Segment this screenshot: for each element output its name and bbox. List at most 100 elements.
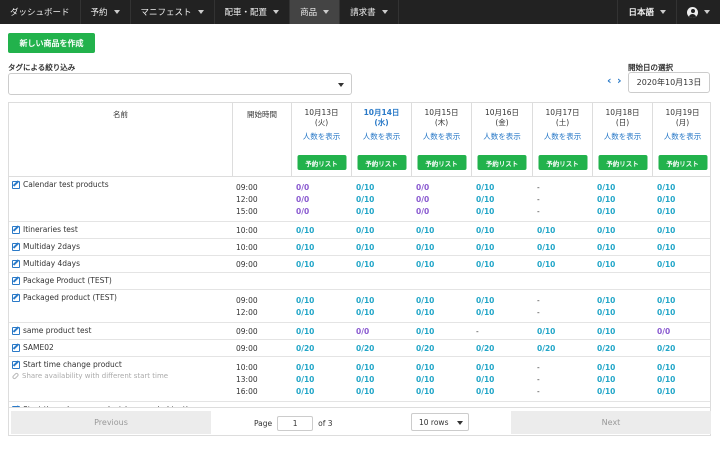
availability-cell[interactable]: 0/10 [476, 243, 494, 252]
show-count-link[interactable]: 人数を表示 [472, 132, 532, 142]
reserve-list-button[interactable]: 予約リスト [477, 155, 527, 170]
availability-cell[interactable]: 0/10 [597, 363, 615, 372]
availability-cell[interactable]: 0/10 [657, 183, 675, 192]
start-date-input[interactable]: 2020年10月13日 [628, 72, 710, 93]
edit-icon[interactable] [12, 326, 20, 335]
availability-cell[interactable]: 0/10 [476, 183, 494, 192]
rows-per-page-select[interactable]: 10 rows [411, 413, 469, 431]
availability-cell[interactable]: 0/10 [657, 226, 675, 235]
reserve-list-button[interactable]: 予約リスト [658, 155, 707, 170]
availability-cell[interactable]: 0/0 [657, 327, 670, 336]
availability-cell[interactable]: 0/20 [657, 344, 675, 353]
availability-cell[interactable]: 0/20 [416, 344, 434, 353]
availability-cell[interactable]: 0/10 [597, 296, 615, 305]
availability-cell[interactable]: 0/10 [356, 207, 374, 216]
availability-cell[interactable]: 0/20 [537, 344, 555, 353]
reserve-list-button[interactable]: 予約リスト [357, 155, 406, 170]
page-number-input[interactable]: 1 [277, 416, 314, 431]
availability-cell[interactable]: 0/10 [657, 375, 675, 384]
availability-cell[interactable]: 0/10 [356, 387, 374, 396]
availability-cell[interactable]: 0/10 [476, 226, 494, 235]
availability-cell[interactable]: 0/10 [537, 260, 555, 269]
availability-cell[interactable]: 0/0 [416, 195, 429, 204]
availability-cell[interactable]: 0/0 [296, 183, 309, 192]
availability-cell[interactable]: 0/10 [657, 195, 675, 204]
availability-cell[interactable]: 0/10 [296, 327, 314, 336]
reserve-list-button[interactable]: 予約リスト [417, 155, 466, 170]
previous-page-button[interactable]: Previous [11, 411, 211, 434]
nav-item-5[interactable]: 請求書 [340, 0, 399, 24]
availability-cell[interactable]: 0/10 [476, 296, 494, 305]
availability-cell[interactable]: 0/10 [476, 363, 494, 372]
show-count-link[interactable]: 人数を表示 [533, 132, 592, 142]
tag-filter-select[interactable] [8, 73, 352, 95]
nav-item-3[interactable]: 配車・配置 [215, 0, 291, 24]
availability-cell[interactable]: 0/10 [416, 226, 434, 235]
show-count-link[interactable]: 人数を表示 [412, 132, 471, 142]
product-name-link[interactable]: Multiday 4days [12, 259, 80, 268]
reserve-list-button[interactable]: 予約リスト [598, 155, 647, 170]
product-name-link[interactable]: Multiday 2days [12, 242, 80, 251]
availability-cell[interactable]: 0/10 [476, 308, 494, 317]
availability-cell[interactable]: 0/10 [597, 260, 615, 269]
availability-cell[interactable]: 0/10 [296, 226, 314, 235]
reserve-list-button[interactable]: 予約リスト [297, 155, 346, 170]
language-selector[interactable]: 日本語 [617, 0, 677, 24]
availability-cell[interactable]: 0/10 [356, 183, 374, 192]
prev-date-button[interactable]: ‹ [607, 75, 612, 86]
availability-cell[interactable]: 0/10 [537, 226, 555, 235]
availability-cell[interactable]: 0/10 [296, 260, 314, 269]
product-name-link[interactable]: Packaged product (TEST) [12, 293, 117, 302]
availability-cell[interactable]: 0/10 [416, 243, 434, 252]
product-name-link[interactable]: Start time change product [12, 360, 122, 369]
availability-cell[interactable]: 0/0 [296, 195, 309, 204]
edit-icon[interactable] [12, 242, 20, 251]
create-product-button[interactable]: 新しい商品を作成 [8, 33, 95, 53]
availability-cell[interactable]: 0/10 [597, 387, 615, 396]
user-menu[interactable] [677, 0, 720, 24]
availability-cell[interactable]: 0/10 [476, 260, 494, 269]
availability-cell[interactable]: 0/10 [476, 207, 494, 216]
availability-cell[interactable]: 0/10 [356, 243, 374, 252]
availability-cell[interactable]: 0/10 [416, 260, 434, 269]
availability-cell[interactable]: 0/10 [657, 243, 675, 252]
availability-cell[interactable]: 0/10 [476, 195, 494, 204]
availability-cell[interactable]: 0/10 [657, 308, 675, 317]
availability-cell[interactable]: 0/10 [356, 260, 374, 269]
availability-cell[interactable]: 0/0 [356, 327, 369, 336]
edit-icon[interactable] [12, 276, 20, 285]
availability-cell[interactable]: 0/10 [416, 387, 434, 396]
availability-cell[interactable]: 0/10 [356, 226, 374, 235]
nav-item-1[interactable]: 予約 [81, 0, 131, 24]
next-page-button[interactable]: Next [511, 411, 711, 434]
availability-cell[interactable]: 0/10 [416, 296, 434, 305]
next-date-button[interactable]: › [617, 75, 622, 86]
edit-icon[interactable] [12, 293, 20, 302]
availability-cell[interactable]: 0/10 [657, 296, 675, 305]
product-name-link[interactable]: Itineraries test [12, 225, 78, 234]
product-name-link[interactable]: SAME02 [12, 343, 54, 352]
availability-cell[interactable]: 0/20 [476, 344, 494, 353]
edit-icon[interactable] [12, 180, 20, 189]
availability-cell[interactable]: 0/10 [416, 327, 434, 336]
availability-cell[interactable]: 0/10 [356, 308, 374, 317]
availability-cell[interactable]: 0/10 [597, 195, 615, 204]
availability-cell[interactable]: 0/20 [296, 344, 314, 353]
product-name-link[interactable]: Package Product (TEST) [12, 276, 112, 285]
availability-cell[interactable]: 0/10 [356, 296, 374, 305]
availability-cell[interactable]: 0/10 [597, 308, 615, 317]
availability-cell[interactable]: 0/10 [597, 207, 615, 216]
availability-cell[interactable]: 0/0 [296, 207, 309, 216]
availability-cell[interactable]: 0/10 [416, 363, 434, 372]
show-count-link[interactable]: 人数を表示 [292, 132, 351, 142]
availability-cell[interactable]: 0/10 [476, 375, 494, 384]
availability-cell[interactable]: 0/10 [657, 207, 675, 216]
edit-icon[interactable] [12, 360, 20, 369]
availability-cell[interactable]: 0/10 [657, 363, 675, 372]
availability-cell[interactable]: 0/10 [597, 183, 615, 192]
availability-cell[interactable]: 0/10 [356, 375, 374, 384]
nav-item-2[interactable]: マニフェスト [131, 0, 215, 24]
availability-cell[interactable]: 0/0 [416, 183, 429, 192]
availability-cell[interactable]: 0/10 [537, 243, 555, 252]
nav-item-0[interactable]: ダッシュボード [0, 0, 81, 24]
